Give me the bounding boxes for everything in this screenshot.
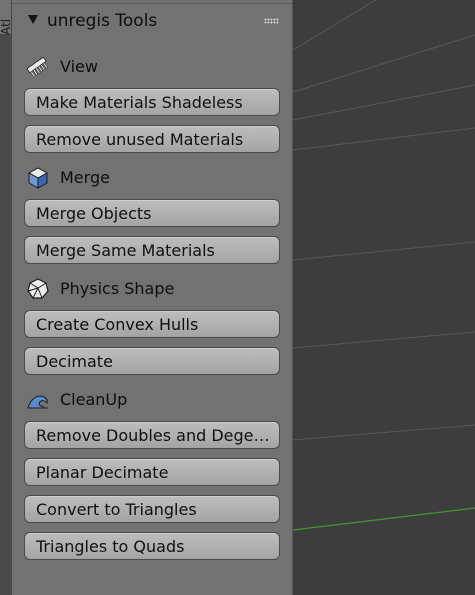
- remove-doubles-and-degenerate-button[interactable]: Remove Doubles and Dege…: [24, 421, 280, 449]
- section-physics-shape: Physics Shape: [26, 277, 286, 301]
- panel-title: unregis Tools: [47, 11, 158, 31]
- panel-header[interactable]: unregis Tools: [12, 6, 292, 36]
- comb-icon: [26, 57, 49, 78]
- unregis-tools-panel: unregis Tools View Make Materials Shadel…: [12, 0, 293, 595]
- drag-handle-icon[interactable]: [264, 18, 279, 24]
- remove-unused-materials-button[interactable]: Remove unused Materials: [24, 125, 280, 153]
- button-label: Merge Objects: [36, 205, 152, 223]
- section-view: View: [26, 55, 286, 79]
- cube-icon: [27, 167, 49, 189]
- x-axis-line: [292, 507, 475, 531]
- button-label: Remove Doubles and Dege…: [36, 427, 270, 445]
- button-label: Decimate: [36, 353, 113, 371]
- section-merge-label: Merge: [60, 168, 110, 187]
- decimate-button[interactable]: Decimate: [24, 347, 280, 375]
- convert-to-triangles-button[interactable]: Convert to Triangles: [24, 495, 280, 523]
- button-label: Create Convex Hulls: [36, 316, 199, 334]
- section-view-label: View: [60, 57, 98, 76]
- make-materials-shadeless-button[interactable]: Make Materials Shadeless: [24, 88, 280, 116]
- tab-tools-label: Atl: [0, 18, 11, 35]
- button-label: Make Materials Shadeless: [36, 94, 243, 112]
- wave-icon: [27, 395, 48, 409]
- section-physics-shape-label: Physics Shape: [60, 279, 175, 298]
- button-label: Merge Same Materials: [36, 242, 215, 260]
- button-label: Remove unused Materials: [36, 131, 244, 149]
- tab-tools[interactable]: Atl: [0, 0, 11, 35]
- section-cleanup-label: CleanUp: [60, 390, 128, 409]
- collapse-arrow-icon[interactable]: [28, 15, 38, 24]
- merge-same-materials-button[interactable]: Merge Same Materials: [24, 236, 280, 264]
- panel-divider: [12, 3, 292, 4]
- section-merge: Merge: [26, 166, 286, 190]
- triangles-to-quads-button[interactable]: Triangles to Quads: [24, 532, 280, 560]
- button-label: Planar Decimate: [36, 464, 169, 482]
- button-label: Triangles to Quads: [36, 538, 185, 556]
- planar-decimate-button[interactable]: Planar Decimate: [24, 458, 280, 486]
- merge-objects-button[interactable]: Merge Objects: [24, 199, 280, 227]
- button-label: Convert to Triangles: [36, 501, 197, 519]
- convex-hull-icon: [27, 278, 49, 299]
- create-convex-hulls-button[interactable]: Create Convex Hulls: [24, 310, 280, 338]
- section-cleanup: CleanUp: [26, 388, 286, 412]
